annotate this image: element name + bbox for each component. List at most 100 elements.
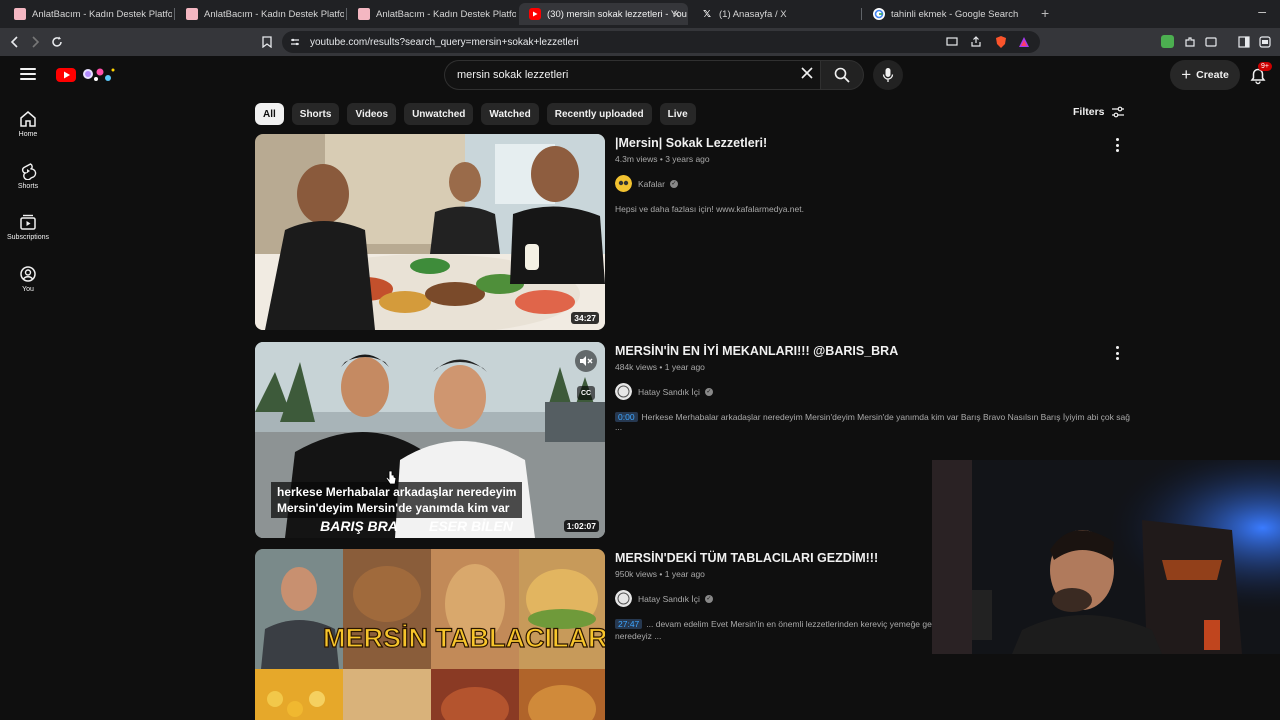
reload-button[interactable] [48, 33, 66, 51]
browser-tab[interactable]: tahinli ekmek - Google Search [863, 3, 1031, 25]
chip-unwatched[interactable]: Unwatched [404, 103, 474, 125]
video-duration: 1:02:07 [563, 520, 599, 532]
youtube-favicon-icon [529, 8, 541, 20]
browser-tab[interactable]: AnlatBacım - Kadın Destek Platformu [348, 3, 516, 25]
sidebar-panel-icon [1238, 36, 1250, 48]
sidebar-toggle-button[interactable] [1235, 33, 1253, 51]
more-actions-icon[interactable] [1115, 138, 1119, 152]
clear-search-icon[interactable] [794, 66, 820, 84]
browser-menu-button[interactable] [1256, 33, 1274, 51]
browser-tab-title: AnlatBacım - Kadın Destek Platformu [376, 8, 516, 20]
video-meta: 484k views • 1 year ago [615, 362, 705, 372]
description-text: ... devam edelim Evet Mersin'in en öneml… [646, 619, 939, 629]
channel-name[interactable]: Hatay Sandık İçi [638, 387, 700, 397]
new-tab-button[interactable]: + [1041, 5, 1049, 21]
thumbnail-image: MERSİN TABLACILARI [255, 549, 605, 720]
filters-sliders-icon [1111, 106, 1124, 118]
youtube-header: mersin sokak lezzetleri + Create 9+ [0, 56, 1280, 94]
chip-shorts[interactable]: Shorts [291, 103, 340, 125]
video-title[interactable]: MERSİN'İN EN İYİ MEKANLARI!!! @BARIS_BRA [615, 344, 1135, 358]
chip-videos[interactable]: Videos [347, 103, 397, 125]
channel-link[interactable]: Kafalar ✓ [615, 175, 1135, 192]
channel-avatar[interactable] [615, 175, 632, 192]
create-button[interactable]: + Create [1170, 60, 1240, 90]
browser-tab[interactable]: 𝕏 (1) Anasayfa / X [691, 3, 859, 25]
you-icon [20, 266, 36, 282]
tab-separator [174, 8, 175, 20]
sidebar-item-label: Subscriptions [6, 234, 50, 241]
subscriptions-icon [20, 214, 36, 230]
search-input[interactable]: mersin sokak lezzetleri [457, 69, 794, 81]
chip-live[interactable]: Live [659, 103, 696, 125]
channel-link[interactable]: Hatay Sandık İçi ✓ [615, 383, 1135, 400]
search-icon [834, 67, 850, 83]
sidebar-item-you[interactable]: You [4, 265, 52, 305]
chip-recently-uploaded[interactable]: Recently uploaded [546, 103, 652, 125]
close-tab-icon[interactable]: × [673, 7, 680, 21]
video-result[interactable]: 34:27 |Mersin| Sokak Lezzetleri! 4.3m vi… [255, 134, 1135, 330]
sidebar-item-label: Home [18, 131, 38, 138]
site-info-icon[interactable] [290, 37, 300, 47]
plus-icon: + [1181, 65, 1192, 84]
browser-tab[interactable]: AnlatBacım - Kadın Destek Platformu [176, 3, 344, 25]
channel-name[interactable]: Hatay Sandık İçi [638, 594, 700, 604]
share-icon[interactable] [970, 36, 982, 48]
webcam-image [932, 460, 1280, 654]
sidebar-item-shorts[interactable]: Shorts [4, 162, 52, 202]
search-box[interactable]: mersin sokak lezzetleri [444, 60, 820, 90]
video-thumbnail[interactable]: 34:27 [255, 134, 605, 330]
profile-panel-icon [1259, 36, 1271, 48]
browser-tab-title: AnlatBacım - Kadın Destek Platformu [204, 8, 344, 20]
brave-rewards-icon[interactable] [1018, 36, 1030, 48]
extension-icon[interactable] [1161, 35, 1174, 48]
muted-speaker-icon [580, 356, 593, 366]
voice-search-button[interactable] [873, 60, 903, 90]
more-actions-icon[interactable] [1115, 346, 1119, 360]
anlatbacim-favicon-icon [358, 8, 370, 20]
channel-name[interactable]: Kafalar [638, 179, 665, 189]
address-bar[interactable]: youtube.com/results?search_query=mersin+… [282, 31, 1040, 53]
brave-shields-icon[interactable] [994, 35, 1008, 49]
browser-tab[interactable]: AnlatBacım - Kadın Destek Platformu [4, 3, 172, 25]
x-favicon-icon: 𝕏 [702, 8, 712, 20]
back-button[interactable] [6, 33, 24, 51]
cast-icon[interactable] [946, 37, 958, 47]
search-button[interactable] [820, 60, 864, 90]
verified-check-icon: ✓ [704, 594, 713, 603]
mute-button[interactable] [575, 350, 597, 372]
webcam-overlay [932, 460, 1280, 654]
sidebar-item-label: You [22, 286, 34, 293]
video-thumbnail-preview[interactable]: BARIŞ BRA ESER BİLEN herkese Merhabalar … [255, 342, 605, 538]
filters-button[interactable]: Filters [1073, 106, 1125, 118]
chip-watched[interactable]: Watched [481, 103, 539, 125]
browser-tab-title: (1) Anasayfa / X [719, 8, 787, 20]
anlatbacim-favicon-icon [14, 8, 26, 20]
forward-button[interactable] [26, 33, 44, 51]
bookmark-button[interactable] [258, 33, 276, 51]
channel-avatar[interactable] [615, 383, 632, 400]
home-icon [20, 111, 36, 127]
chapter-timestamp[interactable]: 27:47 [615, 619, 643, 629]
chapter-timestamp[interactable]: 0:00 [615, 412, 638, 422]
puzzle-icon [1185, 37, 1195, 47]
video-thumbnail[interactable]: MERSİN TABLACILARI [255, 549, 605, 720]
url-text: youtube.com/results?search_query=mersin+… [310, 36, 579, 48]
sidebar-item-subscriptions[interactable]: Subscriptions [4, 213, 52, 253]
browser-tab-active[interactable]: (30) mersin sokak lezzetleri - You × [519, 3, 688, 25]
guide-menu-icon[interactable] [20, 68, 36, 80]
wallet-button[interactable] [1202, 33, 1220, 51]
filter-chip-bar: All Shorts Videos Unwatched Watched Rece… [255, 103, 704, 125]
video-info: MERSİN'İN EN İYİ MEKANLARI!!! @BARIS_BRA… [615, 342, 1135, 432]
channel-avatar[interactable] [615, 590, 632, 607]
thumbnail-image [255, 134, 605, 330]
youtube-logo-icon[interactable] [56, 65, 116, 85]
video-title[interactable]: |Mersin| Sokak Lezzetleri! [615, 136, 1135, 150]
sidebar-item-home[interactable]: Home [4, 110, 52, 150]
video-description-snippet: 0:00 Herkese Merhabalar arkadaşlar nerede… [615, 412, 1135, 432]
auto-caption-overlay: herkese Merhabalar arkadaşlar neredeyim … [271, 482, 523, 518]
chip-all[interactable]: All [255, 103, 284, 125]
minimize-window-button[interactable]: – [1258, 3, 1266, 19]
browser-tab-strip: AnlatBacım - Kadın Destek Platformu Anla… [0, 0, 1280, 28]
closed-captions-button[interactable]: CC [577, 386, 595, 400]
extensions-button[interactable] [1181, 33, 1199, 51]
